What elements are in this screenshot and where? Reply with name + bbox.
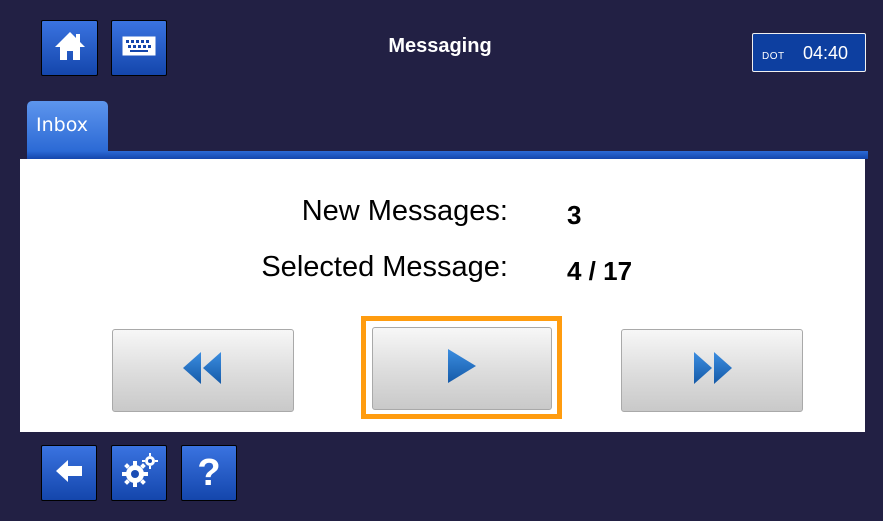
app-frame: Messaging DOT 04:40 Inbox New Messages: … <box>0 0 883 521</box>
selected-message-value: 4 / 17 <box>567 256 633 286</box>
clock-time: 04:40 <box>803 43 849 63</box>
keyboard-button[interactable] <box>111 20 167 76</box>
gears-icon <box>119 452 159 495</box>
message-panel: New Messages: 3 Selected Message: 4 / 17 <box>20 159 865 432</box>
home-button[interactable] <box>41 20 98 76</box>
new-messages-label: New Messages: <box>301 195 508 227</box>
help-button[interactable]: ? <box>181 445 237 501</box>
clock-prefix: DOT <box>762 51 785 62</box>
new-messages-value: 3 <box>567 200 582 230</box>
tab-inbox[interactable]: Inbox <box>27 101 108 153</box>
clock-display: DOT 04:40 <box>752 33 866 72</box>
back-button[interactable] <box>41 445 97 501</box>
fast-forward-icon <box>690 350 734 391</box>
keyboard-icon <box>122 36 156 61</box>
play-message-button[interactable] <box>372 327 552 410</box>
tab-underline <box>27 151 868 159</box>
rewind-icon <box>181 350 225 391</box>
selected-message-label: Selected Message: <box>261 251 508 283</box>
next-message-button[interactable] <box>621 329 803 412</box>
home-icon <box>53 30 87 67</box>
previous-message-button[interactable] <box>112 329 294 412</box>
page-title: Messaging <box>388 35 492 57</box>
settings-button[interactable] <box>111 445 167 501</box>
play-icon <box>444 347 480 390</box>
back-arrow-icon <box>54 458 84 489</box>
